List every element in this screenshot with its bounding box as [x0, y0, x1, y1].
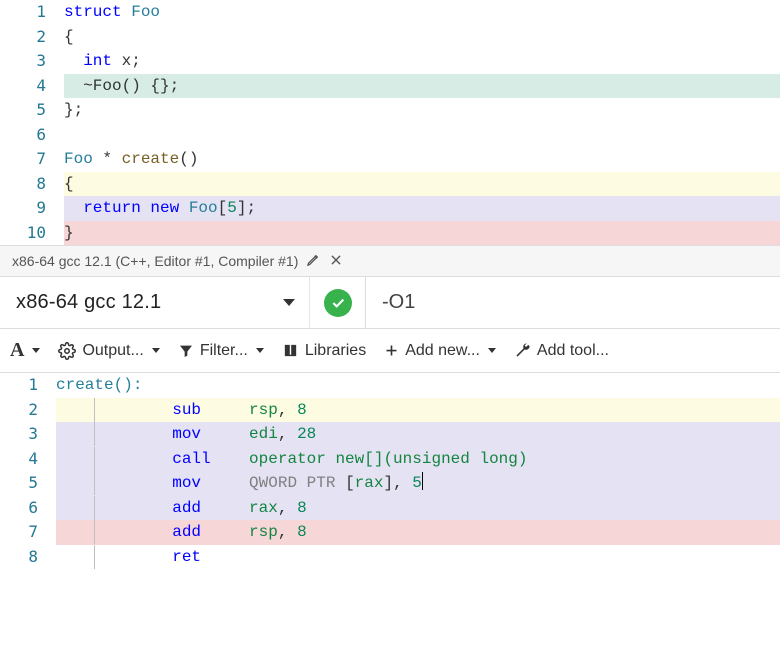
- source-line[interactable]: 1struct Foo: [0, 0, 780, 25]
- line-number: 2: [0, 25, 64, 50]
- source-line-text: struct Foo: [64, 0, 780, 25]
- compiler-name: x86-64 gcc 12.1: [16, 291, 161, 314]
- line-number: 5: [0, 98, 64, 123]
- source-line-text: int x;: [64, 49, 780, 74]
- asm-line-text: add rsp, 8: [56, 520, 780, 545]
- output-label: Output...: [82, 342, 143, 360]
- font-size-button[interactable]: A: [10, 339, 40, 362]
- asm-line-text: create():: [56, 373, 780, 398]
- asm-line-text: add rax, 8: [56, 496, 780, 521]
- source-line-text: Foo * create(): [64, 147, 780, 172]
- asm-line-text: sub rsp, 8: [56, 398, 780, 423]
- line-number: 9: [0, 196, 64, 221]
- line-number: 3: [0, 49, 64, 74]
- source-line[interactable]: 9 return new Foo[5];: [0, 196, 780, 221]
- assembly-viewer[interactable]: 1create():2 sub rsp, 83 mov edi, 284 cal…: [0, 373, 780, 569]
- chevron-down-icon: [32, 348, 40, 353]
- text-cursor: [422, 472, 423, 490]
- source-line-text: return new Foo[5];: [64, 196, 780, 221]
- asm-line-text: ret: [56, 545, 780, 570]
- asm-line[interactable]: 5 mov QWORD PTR [rax], 5: [0, 471, 780, 496]
- line-number: 8: [0, 545, 56, 570]
- asm-toolbar: A Output... Filter... Libraries Add new.…: [0, 329, 780, 373]
- close-tab-icon[interactable]: [329, 253, 343, 270]
- compile-status[interactable]: [310, 277, 366, 328]
- asm-line[interactable]: 1create():: [0, 373, 780, 398]
- asm-line-text: mov QWORD PTR [rax], 5: [56, 471, 780, 496]
- edit-tab-icon[interactable]: [306, 252, 321, 270]
- line-number: 4: [0, 74, 64, 99]
- source-line[interactable]: 7Foo * create(): [0, 147, 780, 172]
- check-icon: [324, 289, 352, 317]
- source-line-text: {: [64, 25, 780, 50]
- line-number: 3: [0, 422, 56, 447]
- source-line[interactable]: 4 ~Foo() {};: [0, 74, 780, 99]
- filter-button[interactable]: Filter...: [178, 342, 264, 360]
- add-new-label: Add new...: [405, 342, 480, 360]
- source-editor[interactable]: 1struct Foo2{3 int x;4 ~Foo() {};5};67Fo…: [0, 0, 780, 245]
- line-number: 10: [0, 221, 64, 246]
- source-line[interactable]: 2{: [0, 25, 780, 50]
- source-line-text: [64, 123, 780, 148]
- source-line[interactable]: 5};: [0, 98, 780, 123]
- asm-line[interactable]: 8 ret: [0, 545, 780, 570]
- wrench-icon: [514, 342, 531, 359]
- compiler-select[interactable]: x86-64 gcc 12.1: [0, 277, 310, 328]
- line-number: 2: [0, 398, 56, 423]
- line-number: 7: [0, 520, 56, 545]
- compiler-config-row: x86-64 gcc 12.1 -O1: [0, 277, 780, 329]
- output-button[interactable]: Output...: [58, 342, 159, 360]
- gear-icon: [58, 342, 76, 360]
- libraries-label: Libraries: [305, 342, 366, 360]
- compiler-tab-bar: x86-64 gcc 12.1 (C++, Editor #1, Compile…: [0, 245, 780, 277]
- chevron-down-icon: [152, 348, 160, 353]
- add-tool-button[interactable]: Add tool...: [514, 342, 609, 360]
- line-number: 6: [0, 496, 56, 521]
- font-icon: A: [10, 339, 24, 362]
- asm-line[interactable]: 2 sub rsp, 8: [0, 398, 780, 423]
- line-number: 5: [0, 471, 56, 496]
- book-icon: [282, 342, 299, 359]
- asm-line[interactable]: 7 add rsp, 8: [0, 520, 780, 545]
- source-line-text: }: [64, 221, 780, 246]
- chevron-down-icon: [283, 299, 295, 306]
- compiler-options-input[interactable]: -O1: [366, 291, 780, 314]
- source-line[interactable]: 8{: [0, 172, 780, 197]
- source-line-text: ~Foo() {};: [64, 74, 780, 99]
- filter-label: Filter...: [200, 342, 248, 360]
- plus-icon: [384, 343, 399, 358]
- asm-line[interactable]: 6 add rax, 8: [0, 496, 780, 521]
- asm-line[interactable]: 3 mov edi, 28: [0, 422, 780, 447]
- compiler-options-value: -O1: [382, 291, 415, 314]
- asm-line-text: call operator new[](unsigned long): [56, 447, 780, 472]
- source-line[interactable]: 3 int x;: [0, 49, 780, 74]
- add-tool-label: Add tool...: [537, 342, 609, 360]
- line-number: 1: [0, 373, 56, 398]
- line-number: 1: [0, 0, 64, 25]
- source-line-text: {: [64, 172, 780, 197]
- line-number: 4: [0, 447, 56, 472]
- source-line[interactable]: 10}: [0, 221, 780, 246]
- asm-line[interactable]: 4 call operator new[](unsigned long): [0, 447, 780, 472]
- compiler-tab-label[interactable]: x86-64 gcc 12.1 (C++, Editor #1, Compile…: [12, 253, 298, 269]
- line-number: 8: [0, 172, 64, 197]
- libraries-button[interactable]: Libraries: [282, 342, 366, 360]
- line-number: 6: [0, 123, 64, 148]
- chevron-down-icon: [256, 348, 264, 353]
- line-number: 7: [0, 147, 64, 172]
- source-line-text: };: [64, 98, 780, 123]
- source-line[interactable]: 6: [0, 123, 780, 148]
- filter-icon: [178, 343, 194, 359]
- add-new-button[interactable]: Add new...: [384, 342, 496, 360]
- asm-line-text: mov edi, 28: [56, 422, 780, 447]
- chevron-down-icon: [488, 348, 496, 353]
